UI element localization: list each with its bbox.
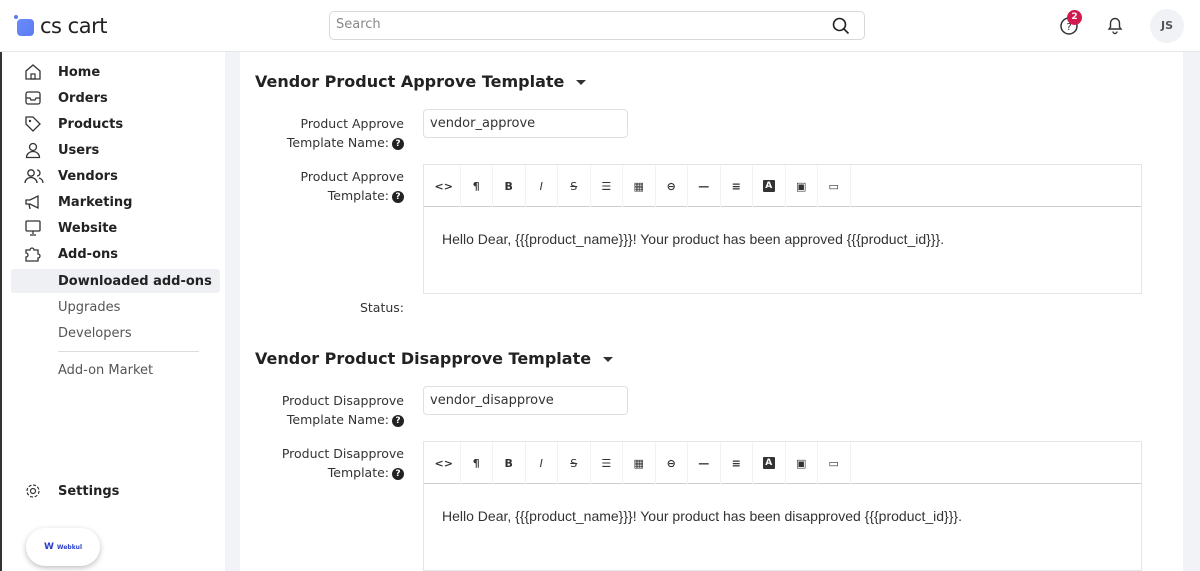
sidebar-item-upgrades[interactable]: Upgrades	[2, 295, 227, 319]
help-icon[interactable]: ?	[392, 137, 404, 150]
tag-icon	[25, 116, 41, 132]
sidebar-item-developers[interactable]: Developers	[2, 321, 227, 345]
image-icon[interactable]: ▣	[786, 165, 818, 207]
link-icon[interactable]: ⊖	[656, 442, 688, 484]
monitor-icon	[25, 220, 41, 236]
caret-down-icon[interactable]	[576, 80, 587, 85]
text-color-icon[interactable]: A	[753, 442, 786, 484]
main-content: Vendor Product Approve Template Product …	[240, 52, 1183, 571]
sidebar-item-addons[interactable]: Add-ons	[2, 242, 227, 266]
status-label: Status:	[359, 300, 404, 315]
sidebar-item-settings[interactable]: Settings	[2, 479, 227, 503]
top-header: cs cart ? 2 JS	[0, 0, 1200, 52]
bell-icon[interactable]	[1105, 15, 1125, 35]
horizontal-rule-icon[interactable]: —	[688, 165, 721, 207]
horizontal-rule-icon[interactable]: —	[688, 442, 721, 484]
bold-icon[interactable]: B	[493, 165, 526, 207]
video-icon[interactable]: ▭	[818, 165, 851, 207]
scrollbar-track[interactable]	[1183, 52, 1200, 571]
paragraph-icon[interactable]: ¶	[461, 442, 493, 484]
code-view-icon[interactable]: <>	[428, 442, 461, 484]
italic-icon[interactable]: I	[526, 442, 558, 484]
sidebar-item-downloaded-addons[interactable]: Downloaded add-ons	[11, 269, 220, 293]
table-icon[interactable]: ▦	[623, 442, 656, 484]
sidebar-item-marketing[interactable]: Marketing	[2, 190, 227, 214]
section-title[interactable]: Vendor Product Approve Template	[255, 72, 587, 91]
template-name-label: Product Disapprove Template Name:?	[281, 393, 404, 427]
italic-icon[interactable]: I	[526, 165, 558, 207]
template-name-label: Product Approve Template Name:?	[286, 116, 404, 150]
inbox-icon	[25, 91, 41, 105]
caret-down-icon[interactable]	[603, 357, 614, 362]
help-icon[interactable]: ?	[392, 467, 404, 480]
editor-toolbar: <> ¶ B I S ☰ ▦ ⊖ — ≡ A ▣ ▭	[424, 442, 1141, 484]
strikethrough-icon[interactable]: S	[558, 442, 591, 484]
gear-icon	[26, 484, 40, 498]
list-icon[interactable]: ☰	[591, 165, 623, 207]
paragraph-icon[interactable]: ¶	[461, 165, 493, 207]
help-badge: 2	[1067, 10, 1082, 25]
sidebar-divider	[58, 351, 199, 352]
user-avatar[interactable]: JS	[1150, 9, 1184, 43]
code-view-icon[interactable]: <>	[428, 165, 461, 207]
section-title[interactable]: Vendor Product Disapprove Template	[255, 349, 614, 368]
table-icon[interactable]: ▦	[623, 165, 656, 207]
sidebar-item-website[interactable]: Website	[2, 216, 227, 240]
editor-content[interactable]: Hello Dear, {{{product_name}}}! Your pro…	[424, 484, 1141, 548]
puzzle-icon	[25, 247, 41, 262]
video-icon[interactable]: ▭	[818, 442, 851, 484]
sidebar-item-orders[interactable]: Orders	[2, 86, 227, 110]
sidebar-item-vendors[interactable]: Vendors	[2, 164, 227, 188]
search-input[interactable]	[336, 17, 816, 32]
home-icon	[25, 64, 41, 80]
link-icon[interactable]: ⊖	[656, 165, 688, 207]
sidebar-item-home[interactable]: Home	[2, 60, 227, 84]
bold-icon[interactable]: B	[493, 442, 526, 484]
search-box	[329, 11, 865, 40]
megaphone-icon	[25, 194, 39, 210]
sidebar-item-addon-market[interactable]: Add-on Market	[2, 358, 227, 382]
image-icon[interactable]: ▣	[786, 442, 818, 484]
help-icon[interactable]: ?	[392, 414, 404, 427]
align-icon[interactable]: ≡	[721, 442, 753, 484]
template-name-input[interactable]	[423, 386, 628, 415]
template-editor[interactable]: <> ¶ B I S ☰ ▦ ⊖ — ≡ A ▣ ▭ Hello Dear, {{{product_nam…	[423, 164, 1142, 294]
cs-cart-logo[interactable]: cs cart	[14, 14, 107, 38]
template-label: Product Disapprove Template:?	[281, 446, 404, 480]
help-icon[interactable]: ?	[392, 190, 404, 203]
text-color-icon[interactable]: A	[753, 165, 786, 207]
align-icon[interactable]: ≡	[721, 165, 753, 207]
sidebar: Home Orders Products Users Vendors Marke…	[0, 52, 225, 571]
list-icon[interactable]: ☰	[591, 442, 623, 484]
sidebar-item-products[interactable]: Products	[2, 112, 227, 136]
search-icon[interactable]	[832, 17, 850, 35]
editor-content[interactable]: Hello Dear, {{{product_name}}}! Your pro…	[424, 207, 1141, 271]
template-label: Product Approve Template:?	[300, 169, 404, 203]
users-icon	[24, 169, 44, 184]
strikethrough-icon[interactable]: S	[558, 165, 591, 207]
template-name-input[interactable]	[423, 109, 628, 138]
user-icon	[25, 142, 41, 159]
sidebar-item-users[interactable]: Users	[2, 138, 227, 162]
editor-toolbar: <> ¶ B I S ☰ ▦ ⊖ — ≡ A ▣ ▭	[424, 165, 1141, 207]
template-editor[interactable]: <> ¶ B I S ☰ ▦ ⊖ — ≡ A ▣ ▭ Hello Dear, {{{product_nam…	[423, 441, 1142, 571]
webkul-logo[interactable]: W Webkul	[26, 528, 100, 566]
